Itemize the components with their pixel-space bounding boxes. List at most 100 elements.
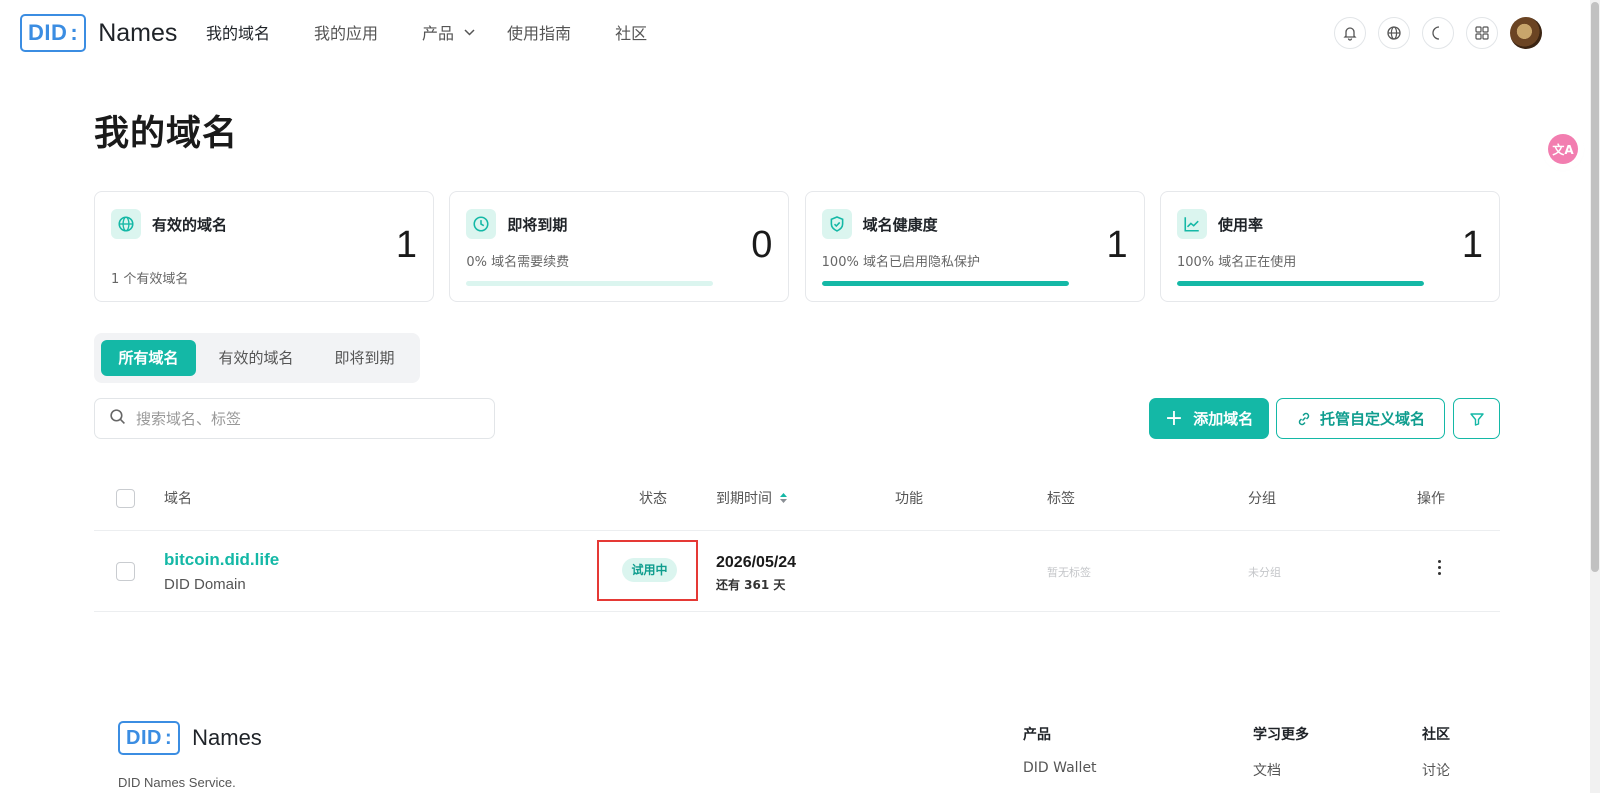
sort-icon [780, 493, 787, 503]
nav-label: 社区 [615, 24, 648, 43]
stat-progress-bar [1176, 281, 1424, 286]
col-actions: 操作 [1417, 491, 1445, 507]
stat-subtitle: 1 个有效域名 [111, 272, 189, 287]
tab-all-domains[interactable]: 所有域名 [101, 340, 196, 376]
nav-my-domains[interactable]: 我的域名 [206, 20, 270, 44]
globe-icon[interactable] [1378, 17, 1410, 49]
stat-value: 1 [395, 224, 417, 266]
page-scrollbar[interactable] [1590, 0, 1600, 793]
table-row: bitcoin.did.life DID Domain 试用中 2026/05/… [94, 532, 1500, 612]
brand-name: Names [192, 725, 262, 750]
chart-line-icon [1176, 209, 1207, 239]
tab-expiring[interactable]: 即将到期 [316, 340, 413, 376]
expiry-date: 2026/05/24 [716, 554, 797, 571]
globe-icon [111, 209, 141, 239]
nav-label: 使用指南 [507, 24, 572, 43]
footer-link-did-wallet[interactable]: DID Wallet [1023, 760, 1097, 776]
col-tags: 标签 [1047, 491, 1075, 507]
col-domain: 域名 [164, 491, 192, 507]
page-title: 我的域名 [94, 114, 239, 154]
footer-link-docs[interactable]: 文档 [1253, 760, 1281, 780]
stat-card-usage: 使用率 100% 域名正在使用 1 [1159, 191, 1500, 302]
stat-value: 1 [1106, 224, 1128, 266]
nav-guide[interactable]: 使用指南 [507, 20, 571, 44]
nav-products[interactable]: 产品 [422, 20, 475, 44]
tags-empty: 暂无标签 [1047, 566, 1091, 579]
group-empty: 未分组 [1248, 566, 1281, 579]
logo-mark-text: DID [126, 726, 162, 749]
col-status: 状态 [639, 491, 667, 507]
stat-title: 使用率 [1217, 216, 1263, 234]
footer-description: DID Names Service. [118, 775, 236, 790]
nav-label: 产品 [422, 24, 455, 43]
shield-check-icon [821, 209, 852, 239]
logo-colon: : [164, 726, 173, 749]
stat-subtitle: 100% 域名已启用隐私保护 [821, 255, 980, 270]
col-expiry-sort[interactable]: 到期时间 [716, 488, 788, 508]
logo-mark-text: DID [28, 20, 68, 45]
filter-button[interactable] [1453, 398, 1500, 439]
moon-icon[interactable] [1422, 17, 1454, 49]
row-checkbox[interactable] [116, 562, 135, 581]
stat-subtitle: 100% 域名正在使用 [1176, 255, 1297, 270]
stat-subtitle: 0% 域名需要续费 [466, 255, 570, 270]
logo-colon: : [70, 20, 79, 45]
stat-title: 域名健康度 [862, 216, 938, 234]
logo-mark: DID: [20, 14, 87, 52]
main-nav: 我的域名 我的应用 产品 使用指南 社区 [206, 20, 691, 44]
clock-icon [466, 209, 497, 239]
stat-value: 1 [1461, 224, 1483, 266]
link-icon [1298, 412, 1310, 425]
nav-label: 我的应用 [314, 24, 379, 43]
tab-active-domains[interactable]: 有效的域名 [202, 340, 310, 376]
more-options-icon[interactable] [1429, 550, 1449, 584]
apps-grid-icon[interactable] [1466, 17, 1498, 49]
select-all-checkbox[interactable] [116, 489, 135, 508]
header-actions [1322, 17, 1542, 49]
search-box [94, 398, 495, 439]
chevron-down-icon [464, 26, 475, 39]
domain-name-link[interactable]: bitcoin.did.life [164, 550, 279, 570]
add-domain-button[interactable]: + 添加域名 [1149, 398, 1269, 439]
footer-link-discussion[interactable]: 讨论 [1422, 760, 1450, 780]
avatar[interactable] [1510, 17, 1542, 49]
stat-card-expiring: 即将到期 0% 域名需要续费 0 [449, 191, 790, 302]
translate-label: 文A [1552, 142, 1574, 157]
filter-icon [1469, 412, 1484, 426]
bell-icon[interactable] [1334, 17, 1366, 49]
progress-fill [821, 281, 1069, 286]
host-custom-domain-button[interactable]: 托管自定义域名 [1276, 398, 1445, 439]
footer-col-community-title: 社区 [1422, 727, 1450, 743]
stat-progress-bar [466, 281, 714, 286]
stat-value: 0 [751, 224, 773, 266]
footer-col-learn-title: 学习更多 [1253, 727, 1309, 743]
stat-progress-bar [821, 281, 1069, 286]
search-input[interactable] [136, 409, 466, 428]
plus-icon: + [1164, 406, 1184, 431]
logo-mark: DID: [118, 721, 181, 755]
domain-filter-tabs: 所有域名 有效的域名 即将到期 [94, 333, 420, 383]
domain-type: DID Domain [164, 576, 246, 593]
brand-logo[interactable]: DID: Names [20, 14, 177, 52]
footer-logo[interactable]: DID: Names [118, 721, 262, 755]
translate-icon[interactable]: 文A [1548, 134, 1578, 164]
stat-card-active: 有效的域名 1 个有效域名 1 [94, 191, 434, 302]
stat-title: 有效的域名 [152, 216, 228, 234]
nav-my-apps[interactable]: 我的应用 [314, 20, 378, 44]
stats-cards: 有效的域名 1 个有效域名 1 即将到期 0% 域名需要续费 0 域名健康度 1… [94, 191, 1500, 302]
nav-label: 我的域名 [206, 24, 271, 43]
expiry-remaining: 还有 361 天 [716, 578, 786, 592]
brand-name: Names [98, 18, 178, 47]
search-icon [109, 408, 126, 429]
stat-card-health: 域名健康度 100% 域名已启用隐私保护 1 [804, 191, 1145, 302]
stat-title: 即将到期 [507, 216, 568, 234]
scrollbar-thumb[interactable] [1591, 2, 1599, 572]
status-badge: 试用中 [622, 558, 677, 582]
table-header: 域名 状态 到期时间 功能 标签 分组 操作 [94, 474, 1500, 531]
footer-col-products-title: 产品 [1023, 727, 1051, 743]
col-group: 分组 [1248, 491, 1276, 507]
add-domain-label: 添加域名 [1193, 410, 1254, 428]
col-expiry: 到期时间 [716, 491, 772, 507]
nav-community[interactable]: 社区 [615, 20, 647, 44]
col-features: 功能 [895, 491, 923, 507]
